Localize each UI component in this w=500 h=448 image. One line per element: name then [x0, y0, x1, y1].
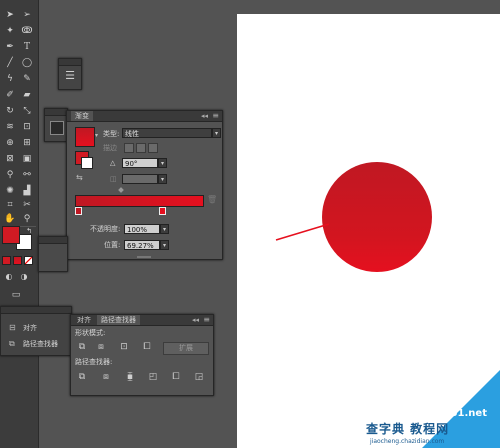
red-gradient-circle[interactable]: [322, 162, 432, 272]
pointer-arrow-line: [275, 223, 330, 241]
watermark-url: jiaocheng.chazidian.com: [370, 438, 445, 445]
watermark-site: jb51.net: [440, 408, 487, 419]
watermark-main-text: 查字典 教程网: [366, 422, 450, 436]
